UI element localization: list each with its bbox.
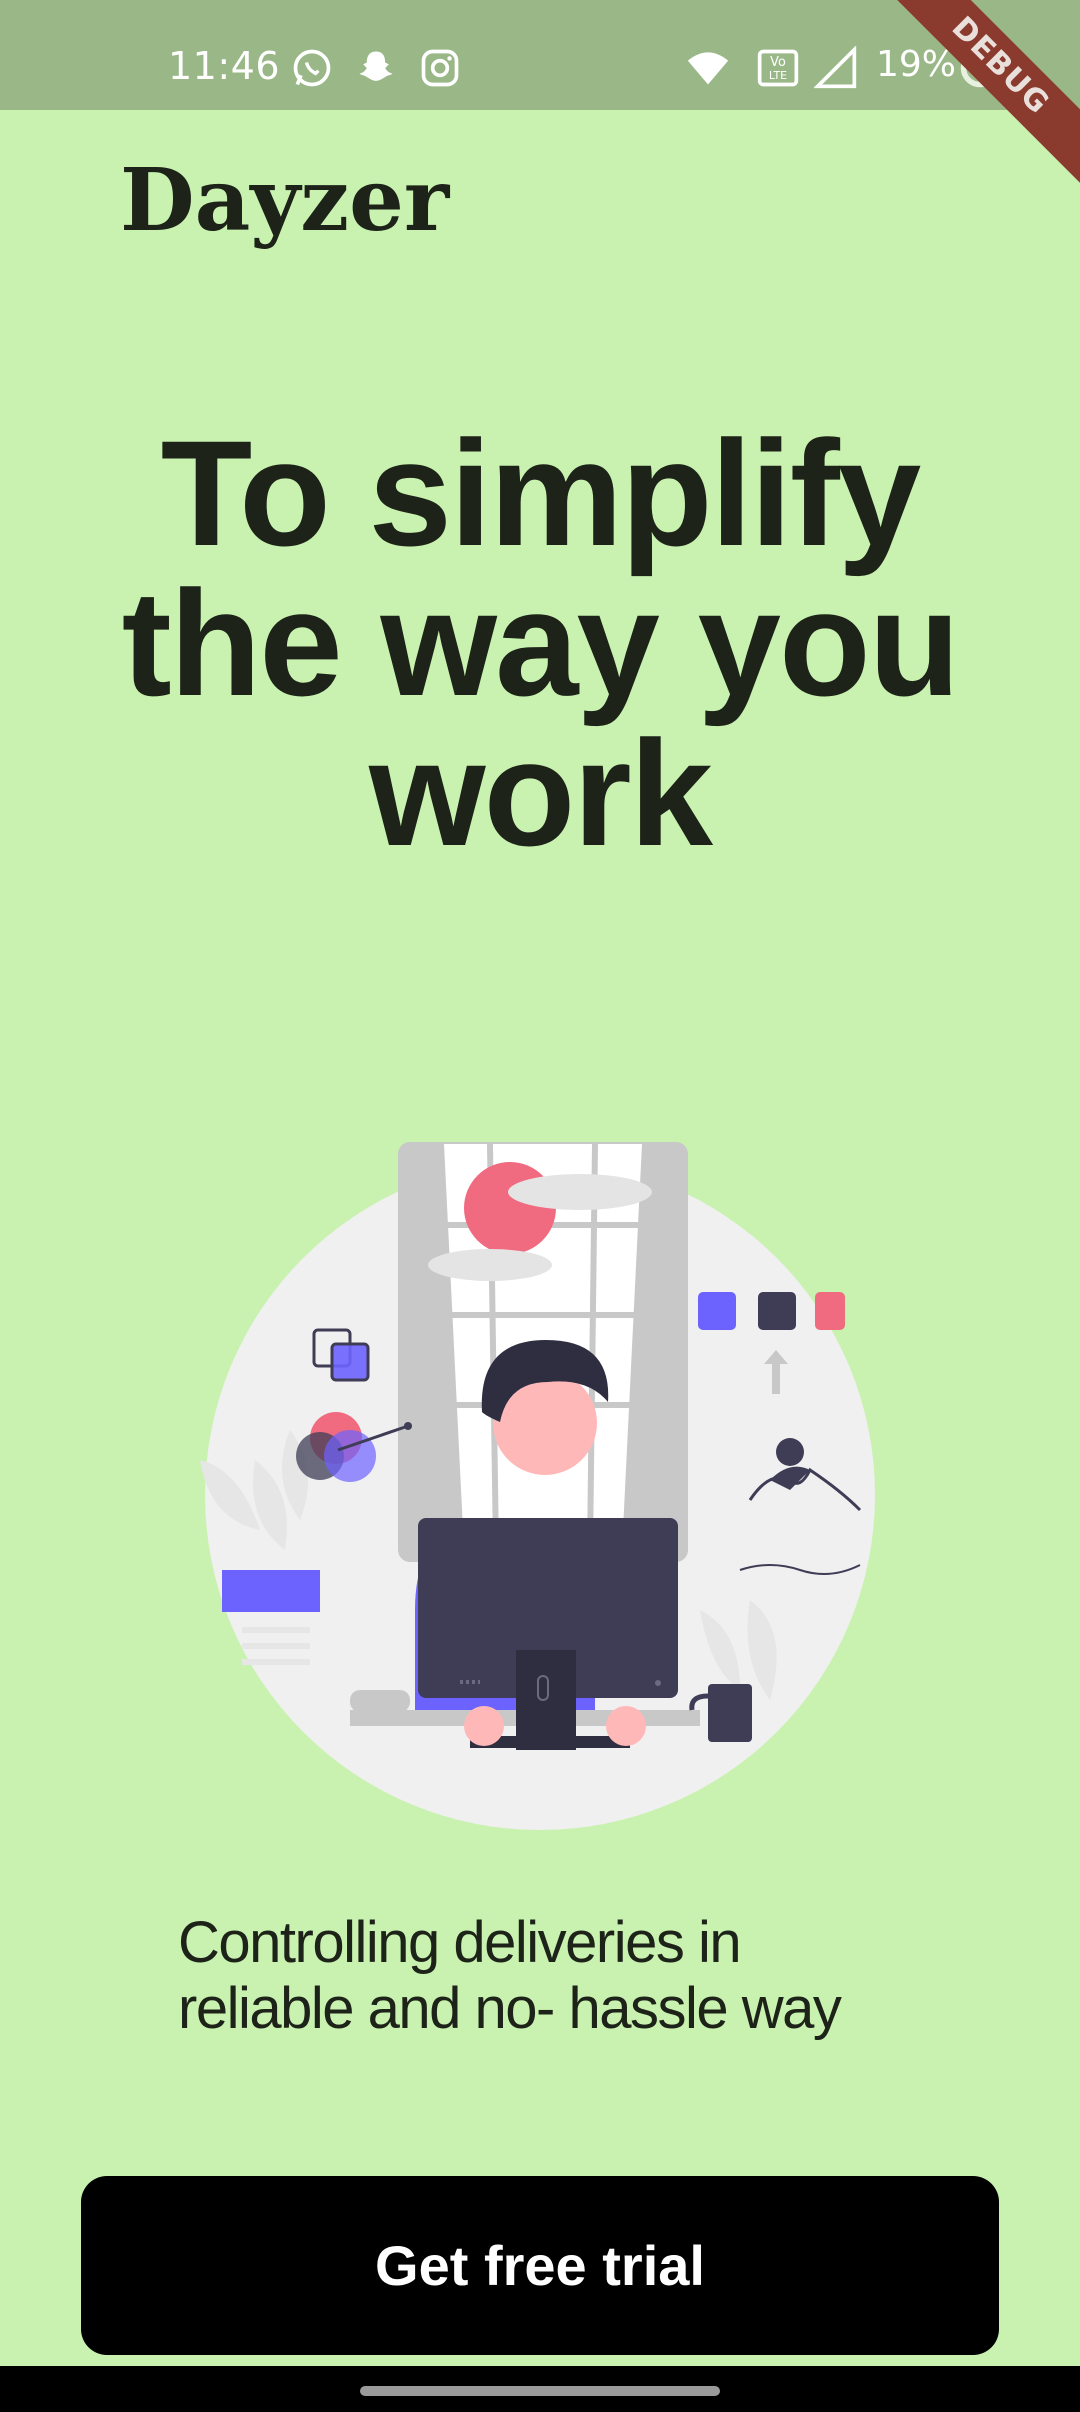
person-working-illustration bbox=[200, 1142, 875, 1830]
tagline-line: reliable and no- hassle way bbox=[178, 1976, 842, 2041]
status-bar: 11:46 Vo LTE 19% DEBUG bbox=[0, 0, 1080, 191]
page-headline: To simplify the way you work bbox=[90, 418, 990, 868]
debug-banner: DEBUG bbox=[875, 0, 1080, 191]
brand-logo: Dayzer bbox=[120, 150, 450, 251]
get-free-trial-button[interactable]: Get free trial bbox=[81, 2176, 999, 2355]
whatsapp-icon bbox=[293, 49, 331, 87]
status-time: 11:46 bbox=[168, 44, 281, 88]
svg-text:Vo: Vo bbox=[770, 55, 786, 70]
battery-percent: 19% bbox=[876, 44, 957, 85]
wifi-icon bbox=[687, 52, 729, 85]
signal-icon bbox=[814, 46, 857, 89]
headline-line: To simplify bbox=[160, 409, 922, 577]
system-nav-bar bbox=[0, 2366, 1080, 2412]
tagline-line: Controlling deliveries in bbox=[178, 1910, 742, 1975]
home-indicator[interactable] bbox=[360, 2386, 720, 2396]
svg-text:LTE: LTE bbox=[769, 69, 787, 82]
tagline: Controlling deliveries in reliable and n… bbox=[178, 1910, 938, 2042]
headline-line: work bbox=[368, 709, 713, 877]
volte-icon: Vo LTE bbox=[757, 49, 799, 87]
headline-line: the way you bbox=[121, 559, 961, 727]
snapchat-icon bbox=[359, 51, 393, 81]
instagram-icon bbox=[421, 49, 459, 87]
